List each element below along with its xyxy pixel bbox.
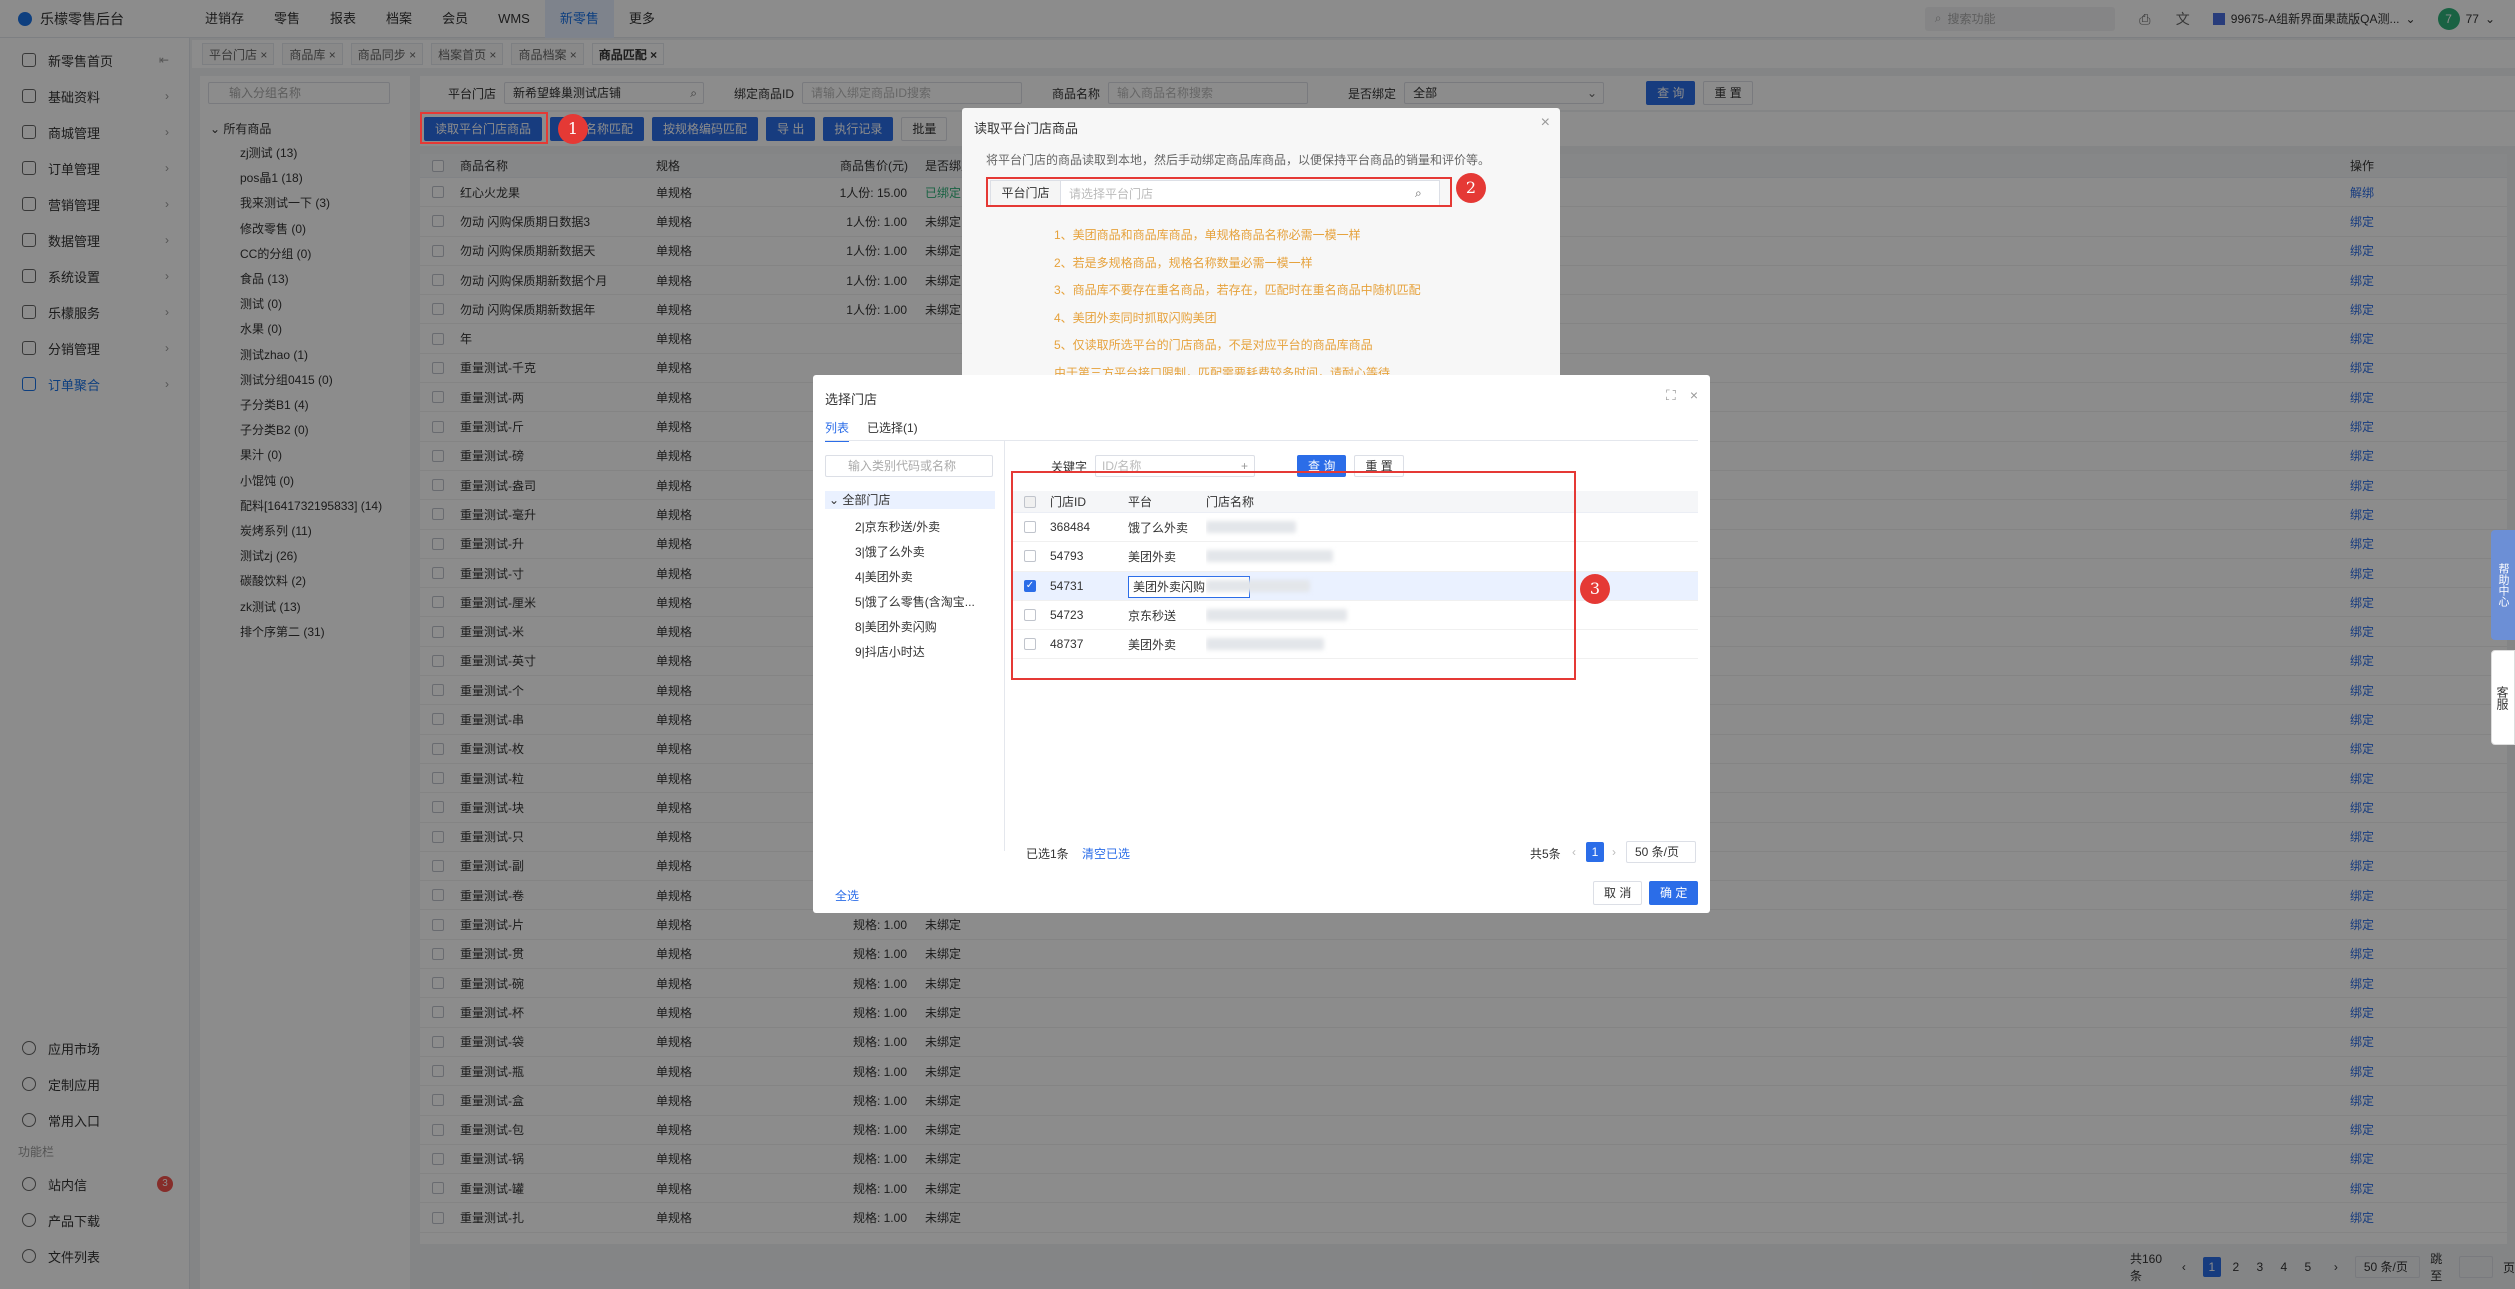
select-all-link[interactable]: 全选: [835, 887, 859, 904]
tree-root-label: 全部门店: [842, 493, 891, 507]
cancel-button[interactable]: 取 消: [1593, 881, 1643, 905]
dialog-tip: 4、美团外卖同时抓取闪购美团: [1054, 310, 1217, 325]
store-tree-item[interactable]: 9|抖店小时达: [855, 643, 925, 661]
customer-service-button[interactable]: 客服: [2491, 650, 2515, 745]
store-tree-item[interactable]: 4|美团外卖: [855, 568, 913, 586]
dialog-title: 读取平台门店商品: [974, 121, 1079, 136]
tree-root[interactable]: ⌄ 全部门店: [825, 491, 995, 509]
current-page[interactable]: 1: [1586, 842, 1604, 862]
dialog-description: 将平台门店的商品读取到本地，然后手动绑定商品库商品，以便保持平台商品的销量和评价…: [986, 153, 1491, 167]
store-tree-item[interactable]: 2|京东秒送/外卖: [855, 518, 940, 536]
selected-count: 已选1条: [1026, 847, 1069, 861]
annotation-marker-1: 1: [558, 114, 588, 144]
read-store-goods-dialog: 读取平台门店商品 × 将平台门店的商品读取到本地，然后手动绑定商品库商品，以便保…: [962, 108, 1560, 398]
confirm-button[interactable]: 确 定: [1649, 881, 1699, 905]
store-tree-item[interactable]: 5|饿了么零售(含淘宝...: [855, 593, 975, 611]
dialog-page-size-select[interactable]: 50 条/页: [1626, 841, 1696, 863]
help-center-button[interactable]: 帮助中心: [2491, 530, 2515, 640]
store-tree-item[interactable]: 3|饿了么外卖: [855, 543, 925, 561]
dialog-title: 选择门店: [825, 392, 878, 407]
dialog-tip: 2、若是多规格商品，规格名称数量必需一模一样: [1054, 255, 1313, 270]
annotation-box-3: [1011, 471, 1576, 680]
dialog-total: 共5条: [1530, 847, 1561, 861]
dialog-tip: 3、商品库不要存在重名商品，若存在，匹配时在重名商品中随机匹配: [1054, 283, 1421, 297]
annotation-marker-3: 3: [1580, 574, 1610, 604]
dialog-tab[interactable]: 已选择(1): [867, 419, 918, 442]
store-tree-item[interactable]: 8|美团外卖闪购: [855, 618, 937, 636]
next-page-icon[interactable]: ›: [1612, 845, 1616, 859]
dialog-tab[interactable]: 列表: [825, 419, 850, 442]
dialog-tip: 1、美团商品和商品库商品，单规格商品名称必需一模一样: [1054, 228, 1361, 242]
dialog-tip: 5、仅读取所选平台的门店商品，不是对应平台的商品库商品: [1054, 338, 1373, 352]
annotation-box-1: [420, 112, 548, 144]
clear-selected-link[interactable]: 清空已选: [1082, 845, 1130, 862]
prev-page-icon[interactable]: ‹: [1572, 845, 1576, 859]
annotation-box-2: [986, 177, 1452, 207]
close-icon[interactable]: ×: [1690, 387, 1698, 404]
annotation-marker-2: 2: [1456, 173, 1486, 203]
maximize-icon[interactable]: ⛶: [1666, 387, 1676, 404]
category-search-input[interactable]: 输入类别代码或名称: [825, 455, 993, 477]
close-icon[interactable]: ×: [1541, 114, 1550, 132]
